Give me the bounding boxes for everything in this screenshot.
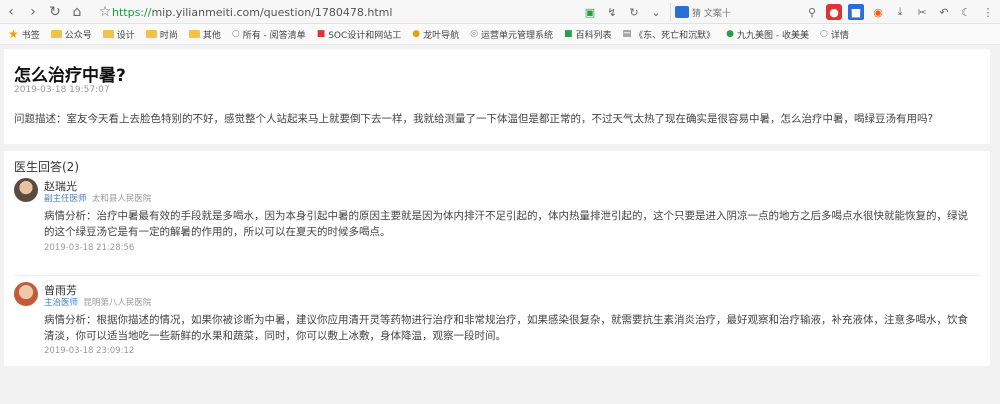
bookmark-item[interactable]: 其他 [188,28,221,41]
doctor-title: 副主任医师 太和县人民医院 [44,192,151,204]
answer-time: 2019-03-18 21:28:56 [44,243,135,253]
question-description: 问题描述：室友今天看上去脸色特别的不好，感觉整个人站起来马上就要倒下去一样，我就… [14,113,934,125]
browser-toolbar: ‹ › ↻ ⌂ ☆ https://mip.yilianmeiti.com/qu… [0,0,1000,24]
bookmark-item[interactable]: ● 龙叶导航 [412,28,459,41]
bookmark-item[interactable]: ● 九九美图 - 收美美 [726,28,809,41]
doctor-rank: 副主任医师 [44,194,87,204]
bookmark-item[interactable]: ★ 书签 [8,27,40,41]
refresh-small-icon[interactable]: ↻ [626,4,642,20]
answer-time: 2019-03-18 23:09:12 [44,346,135,356]
search-label: 猜 文案十 [692,8,731,19]
bookmark-item[interactable]: ○ 详情 [820,28,849,41]
undo-icon[interactable]: ↶ [936,4,952,20]
answer-item: 曾雨芳 主治医师 昆明第八人民医院 病情分析：根据你描述的情况，如果你被诊断为中… [14,275,980,356]
question-date: 2019-03-18 19:57:07 [14,85,110,95]
page-icon: ○ [819,29,828,39]
question-title: 怎么治疗中暑? [14,66,126,86]
bookmark-item[interactable]: 时尚 [145,28,178,41]
url-path: mip.yilianmeiti.com/question/1780478.htm… [151,5,393,19]
extension-blue-icon[interactable]: ■ [848,4,864,20]
answer-text: 病情分析：治疗中暑最有效的手段就是多喝水，因为本身引起中暑的原因主要就是因为体内… [44,210,968,238]
answer-text: 病情分析：根据你描述的情况，如果你被诊断为中暑，建议你应用清开灵等药物进行治疗和… [44,314,968,342]
bookmark-item[interactable]: 公众号 [50,28,92,41]
page-content: 怎么治疗中暑? 2019-03-18 19:57:07 问题描述：室友今天看上去… [0,45,1000,404]
home-icon[interactable]: ⌂ [66,1,88,23]
bookmark-item[interactable]: ■ 百科列表 [564,28,612,41]
reload-icon[interactable]: ↻ [44,1,66,23]
bookmark-item[interactable]: 设计 [102,28,135,41]
page-icon: ▤ [622,29,632,39]
avatar[interactable] [14,282,38,306]
page-icon: ◎ [470,29,479,39]
download-icon[interactable]: ⤓ [892,4,908,20]
reader-mode-icon[interactable]: ▣ [582,4,598,20]
answers-heading: 医生回答(2) [14,160,79,174]
doctor-rank: 主治医师 [44,298,79,308]
forward-icon[interactable]: › [22,1,44,23]
dropdown-icon[interactable]: ⌄ [648,4,664,20]
game-icon[interactable]: ◉ [870,4,886,20]
page-icon: ○ [231,29,240,39]
doctor-title: 主治医师 昆明第八人民医院 [44,296,151,308]
bookmark-item[interactable]: ▤ 《东、死亡和沉默》 [623,28,716,41]
menu-icon[interactable]: ⋮ [980,4,996,20]
back-icon[interactable]: ‹ [0,1,22,23]
lightning-icon[interactable]: ↯ [604,4,620,20]
search-icon[interactable]: ⚲ [804,4,820,20]
doctor-hospital: 昆明第八人民医院 [83,298,152,308]
bookmarks-bar: ★ 书签 公众号 设计 时尚 其他 ○ 所有 - 阅答清单 ■ SOC设计和网站工 ●… [0,24,1000,45]
folder-icon [102,30,114,38]
address-bar[interactable]: https://mip.yilianmeiti.com/question/178… [112,3,632,21]
question-card: 怎么治疗中暑? 2019-03-18 19:57:07 问题描述：室友今天看上去… [4,49,990,144]
search-box[interactable]: 猜 文案十 [670,3,798,21]
bookmark-item[interactable]: ■ SOC设计和网站工 [317,28,402,41]
avatar[interactable] [14,178,38,202]
star-icon: ★ [8,27,19,41]
folder-icon [50,30,62,38]
night-mode-icon[interactable]: ☾ [958,4,974,20]
page-icon: ■ [316,29,326,39]
url-scheme: https:// [112,5,152,19]
page-icon: ● [412,29,421,39]
folder-icon [188,30,200,38]
doctor-hospital: 太和县人民医院 [91,194,152,204]
folder-icon [145,30,157,38]
search-engine-icon [675,6,689,18]
extension-red-icon[interactable]: ● [826,4,842,20]
page-icon: ■ [564,29,573,39]
answers-card: 医生回答(2) 赵瑞光 副主任医师 太和县人民医院 病情分析：治疗中暑最有效的手… [4,151,990,366]
toolbar-right: ▣ ↯ ↻ ⌄ 猜 文案十 ⚲ ● ■ ◉ ⤓ ✂ ↶ ☾ ⋮ [582,2,996,22]
page-icon: ● [726,29,734,39]
bookmark-item[interactable]: ◎ 运营单元管理系统 [470,28,553,41]
scissors-icon[interactable]: ✂ [914,4,930,20]
bookmark-item[interactable]: ○ 所有 - 阅答清单 [232,28,306,41]
